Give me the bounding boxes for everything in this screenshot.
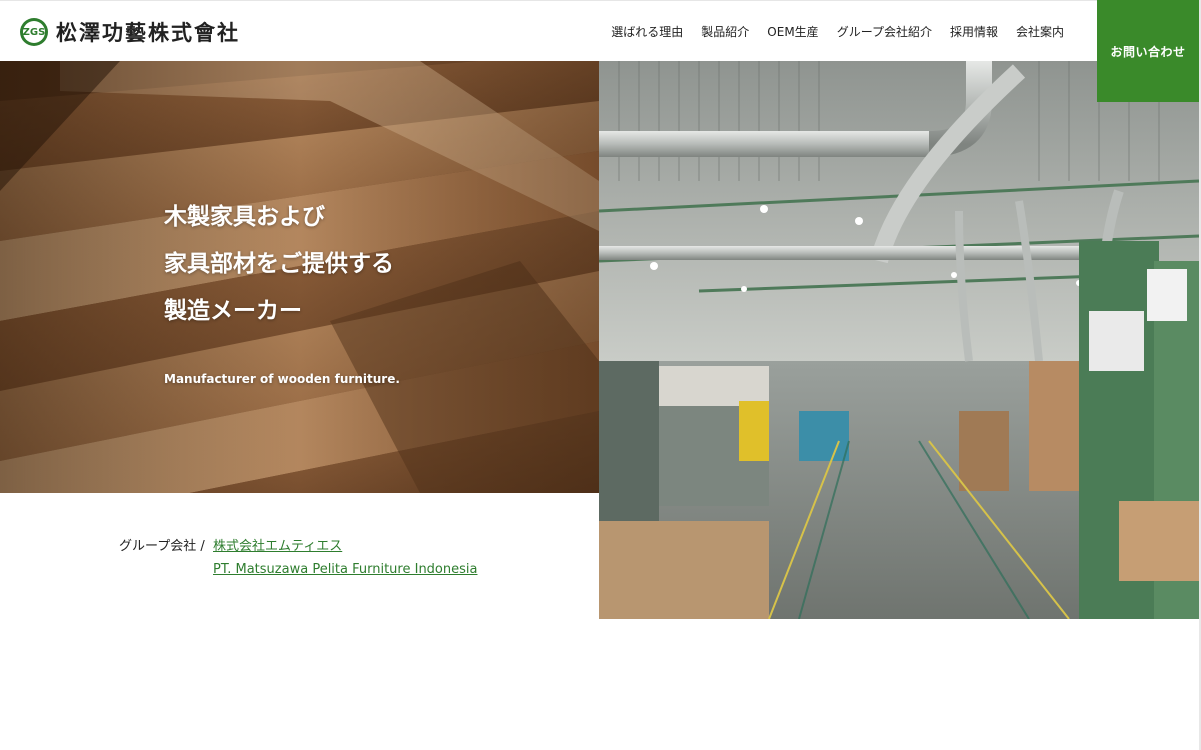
wood-planks-image: 木製家具および 家具部材をご提供する 製造メーカー Manufacturer o… [0, 61, 599, 493]
nav-item-group-companies[interactable]: グループ会社紹介 [837, 23, 932, 40]
hero-subtitle: Manufacturer of wooden furniture. [164, 372, 400, 386]
factory-floor-image [599, 61, 1199, 619]
logo-mark-text: ZGS [23, 21, 45, 43]
hero-copy: 木製家具および 家具部材をご提供する 製造メーカー Manufacturer o… [164, 193, 400, 386]
logo-text: 松澤功藝株式會社 [56, 20, 240, 45]
contact-button[interactable]: お問い合わせ [1097, 0, 1199, 102]
nav-item-reasons[interactable]: 選ばれる理由 [611, 23, 683, 40]
nav-item-company[interactable]: 会社案内 [1016, 23, 1064, 40]
main-nav: 選ばれる理由 製品紹介 OEM生産 グループ会社紹介 採用情報 会社案内 [593, 23, 1064, 40]
hero-title-line-3: 製造メーカー [164, 297, 302, 324]
logo[interactable]: ZGS 松澤功藝株式會社 [20, 15, 240, 49]
hero-title-line-1: 木製家具および [164, 203, 325, 230]
logo-mark-icon: ZGS [20, 18, 48, 46]
factory-graphic [599, 61, 1199, 619]
group-link-mts[interactable]: 株式会社エムティエス [213, 535, 342, 554]
nav-item-recruit[interactable]: 採用情報 [950, 23, 998, 40]
hero-title-line-2: 家具部材をご提供する [164, 250, 394, 277]
nav-item-oem[interactable]: OEM生産 [767, 23, 818, 40]
group-label: グループ会社 / [119, 539, 205, 554]
site-header: ZGS 松澤功藝株式會社 選ばれる理由 製品紹介 OEM生産 グループ会社紹介 … [0, 0, 1201, 61]
nav-item-products[interactable]: 製品紹介 [701, 23, 749, 40]
group-link-indonesia[interactable]: PT. Matsuzawa Pelita Furniture Indonesia [213, 562, 477, 577]
